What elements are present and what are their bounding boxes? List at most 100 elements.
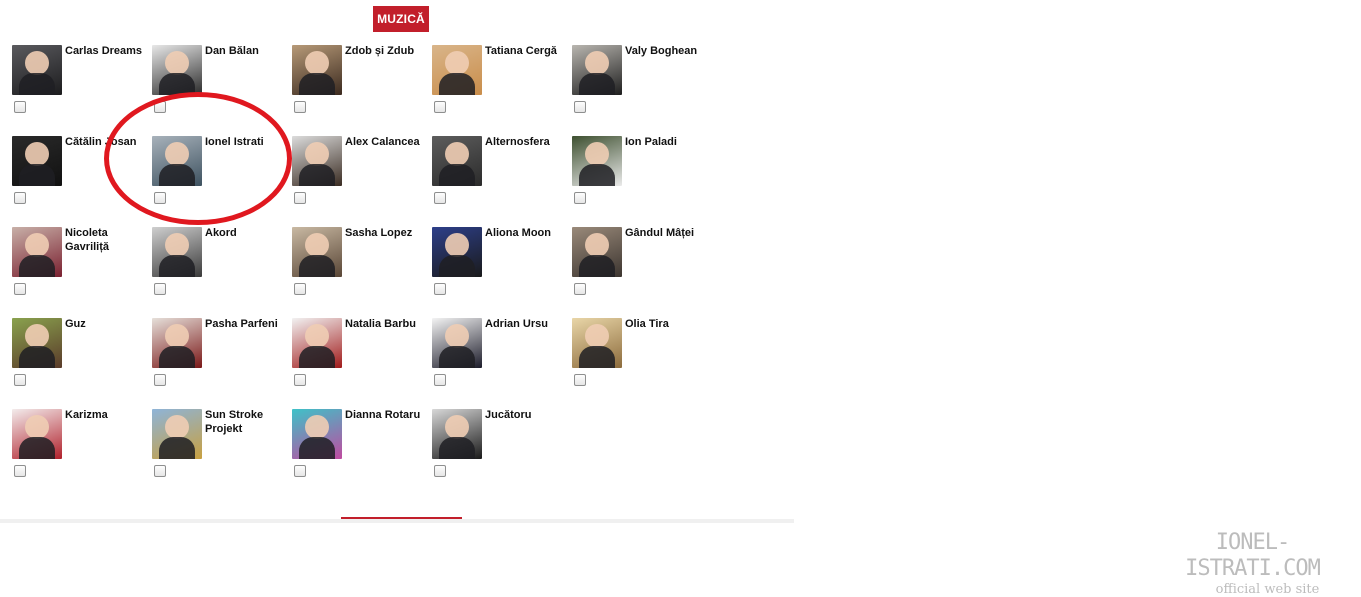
artist-card[interactable]: Jucătoru (432, 409, 572, 500)
artist-photo[interactable] (12, 45, 62, 95)
artist-card[interactable]: Nicoleta Gavriliță (12, 227, 152, 318)
photo-face (305, 142, 329, 166)
artist-checkbox[interactable] (294, 374, 306, 386)
artist-card[interactable]: Alex Calancea (292, 136, 432, 227)
artist-photo[interactable] (292, 409, 342, 459)
artist-card[interactable]: Adrian Ursu (432, 318, 572, 409)
artist-name[interactable]: Ion Paladi (625, 135, 711, 149)
artist-checkbox[interactable] (154, 374, 166, 386)
artist-card[interactable]: Akord (152, 227, 292, 318)
artist-name[interactable]: Olia Tira (625, 317, 711, 331)
artist-photo[interactable] (572, 45, 622, 95)
artist-checkbox[interactable] (14, 101, 26, 113)
artist-photo[interactable] (432, 136, 482, 186)
artist-checkbox[interactable] (574, 283, 586, 295)
artist-checkbox[interactable] (14, 192, 26, 204)
artist-name[interactable]: Sasha Lopez (345, 226, 431, 240)
artist-name[interactable]: Carlas Dreams (65, 44, 151, 58)
artist-card[interactable]: Guz (12, 318, 152, 409)
artist-photo[interactable] (292, 136, 342, 186)
artist-photo[interactable] (572, 136, 622, 186)
artist-photo[interactable] (152, 45, 202, 95)
artist-checkbox[interactable] (14, 465, 26, 477)
artist-checkbox[interactable] (574, 101, 586, 113)
artist-checkbox[interactable] (154, 283, 166, 295)
artist-photo[interactable] (432, 318, 482, 368)
artist-card[interactable]: Karizma (12, 409, 152, 500)
artist-card[interactable]: Ion Paladi (572, 136, 712, 227)
artist-checkbox[interactable] (434, 101, 446, 113)
artist-card[interactable]: Carlas Dreams (12, 45, 152, 136)
artist-photo[interactable] (12, 227, 62, 277)
artist-name[interactable]: Akord (205, 226, 291, 240)
artist-photo[interactable] (432, 409, 482, 459)
artist-name[interactable]: Adrian Ursu (485, 317, 571, 331)
artist-card[interactable]: Ionel Istrati (152, 136, 292, 227)
artist-photo[interactable] (292, 45, 342, 95)
artist-checkbox[interactable] (294, 192, 306, 204)
artist-photo[interactable] (152, 227, 202, 277)
artist-photo[interactable] (292, 227, 342, 277)
artist-name[interactable]: Zdob și Zdub (345, 44, 431, 58)
artist-checkbox[interactable] (574, 374, 586, 386)
artist-name[interactable]: Alternosfera (485, 135, 571, 149)
artist-checkbox[interactable] (434, 283, 446, 295)
artist-checkbox[interactable] (14, 374, 26, 386)
artist-card[interactable]: Alternosfera (432, 136, 572, 227)
artist-card[interactable]: Gândul Mâței (572, 227, 712, 318)
artist-photo[interactable] (572, 227, 622, 277)
artist-name[interactable]: Valy Boghean (625, 44, 711, 58)
artist-checkbox[interactable] (294, 465, 306, 477)
artist-card[interactable]: Tatiana Cergă (432, 45, 572, 136)
artist-name[interactable]: Sun Stroke Projekt (205, 408, 291, 436)
artist-checkbox[interactable] (154, 101, 166, 113)
artist-checkbox[interactable] (14, 283, 26, 295)
artist-card[interactable]: Dan Bălan (152, 45, 292, 136)
site-watermark: IONEL-ISTRATI.COM official web site (1150, 530, 1355, 597)
artist-card[interactable]: Valy Boghean (572, 45, 712, 136)
artist-name[interactable]: Karizma (65, 408, 151, 422)
artist-name[interactable]: Natalia Barbu (345, 317, 431, 331)
artist-name[interactable]: Dan Bălan (205, 44, 291, 58)
artist-name[interactable]: Gândul Mâței (625, 226, 711, 240)
section-tab-muzica[interactable]: MUZICĂ (373, 6, 429, 32)
artist-name[interactable]: Jucătoru (485, 408, 571, 422)
artist-card[interactable]: Aliona Moon (432, 227, 572, 318)
artist-checkbox[interactable] (574, 192, 586, 204)
artist-card[interactable]: Natalia Barbu (292, 318, 432, 409)
artist-photo[interactable] (152, 136, 202, 186)
artist-name[interactable]: Guz (65, 317, 151, 331)
artist-photo[interactable] (12, 318, 62, 368)
artist-card[interactable]: Sun Stroke Projekt (152, 409, 292, 500)
artist-checkbox[interactable] (434, 192, 446, 204)
artist-photo[interactable] (292, 318, 342, 368)
artist-photo[interactable] (572, 318, 622, 368)
artist-name[interactable]: Pasha Parfeni (205, 317, 291, 331)
artist-name[interactable]: Aliona Moon (485, 226, 571, 240)
artist-photo[interactable] (432, 227, 482, 277)
artist-checkbox[interactable] (294, 283, 306, 295)
artist-name[interactable]: Nicoleta Gavriliță (65, 226, 151, 254)
artist-photo[interactable] (12, 136, 62, 186)
artist-photo[interactable] (152, 409, 202, 459)
artist-checkbox[interactable] (294, 101, 306, 113)
artist-name[interactable]: Tatiana Cergă (485, 44, 571, 58)
artist-name[interactable]: Cătălin Josan (65, 135, 151, 149)
artist-checkbox[interactable] (154, 192, 166, 204)
artist-card[interactable]: Sasha Lopez (292, 227, 432, 318)
artist-card[interactable]: Dianna Rotaru (292, 409, 432, 500)
artist-name[interactable]: Alex Calancea (345, 135, 431, 149)
artist-card[interactable]: Olia Tira (572, 318, 712, 409)
artist-card[interactable]: Pasha Parfeni (152, 318, 292, 409)
artist-checkbox[interactable] (434, 374, 446, 386)
artist-card[interactable]: Zdob și Zdub (292, 45, 432, 136)
artist-photo[interactable] (12, 409, 62, 459)
artist-photo[interactable] (152, 318, 202, 368)
artist-photo[interactable] (432, 45, 482, 95)
artist-checkbox[interactable] (434, 465, 446, 477)
photo-body (579, 255, 615, 277)
artist-card[interactable]: Cătălin Josan (12, 136, 152, 227)
artist-checkbox[interactable] (154, 465, 166, 477)
artist-name[interactable]: Ionel Istrati (205, 135, 291, 149)
artist-name[interactable]: Dianna Rotaru (345, 408, 431, 422)
